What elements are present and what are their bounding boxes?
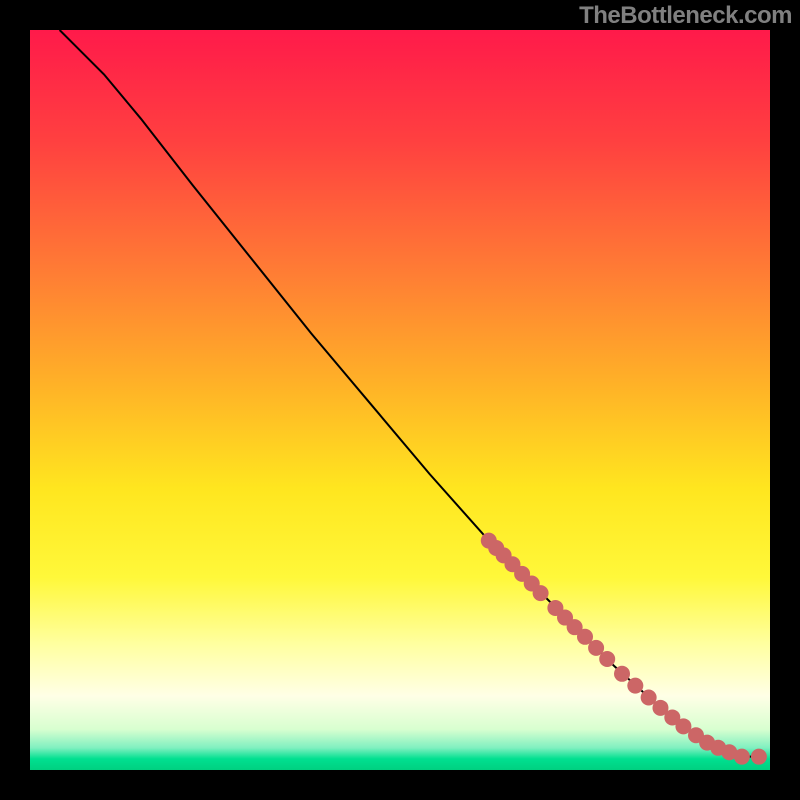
data-marker (599, 651, 615, 667)
chart-svg (30, 30, 770, 770)
data-marker (627, 678, 643, 694)
data-marker (614, 666, 630, 682)
data-marker (533, 585, 549, 601)
chart-stage: TheBottleneck.com (0, 0, 800, 800)
data-marker (751, 749, 767, 765)
data-marker (734, 749, 750, 765)
gradient-background (30, 30, 770, 770)
watermark-text: TheBottleneck.com (579, 2, 792, 30)
plot-area (30, 30, 770, 770)
